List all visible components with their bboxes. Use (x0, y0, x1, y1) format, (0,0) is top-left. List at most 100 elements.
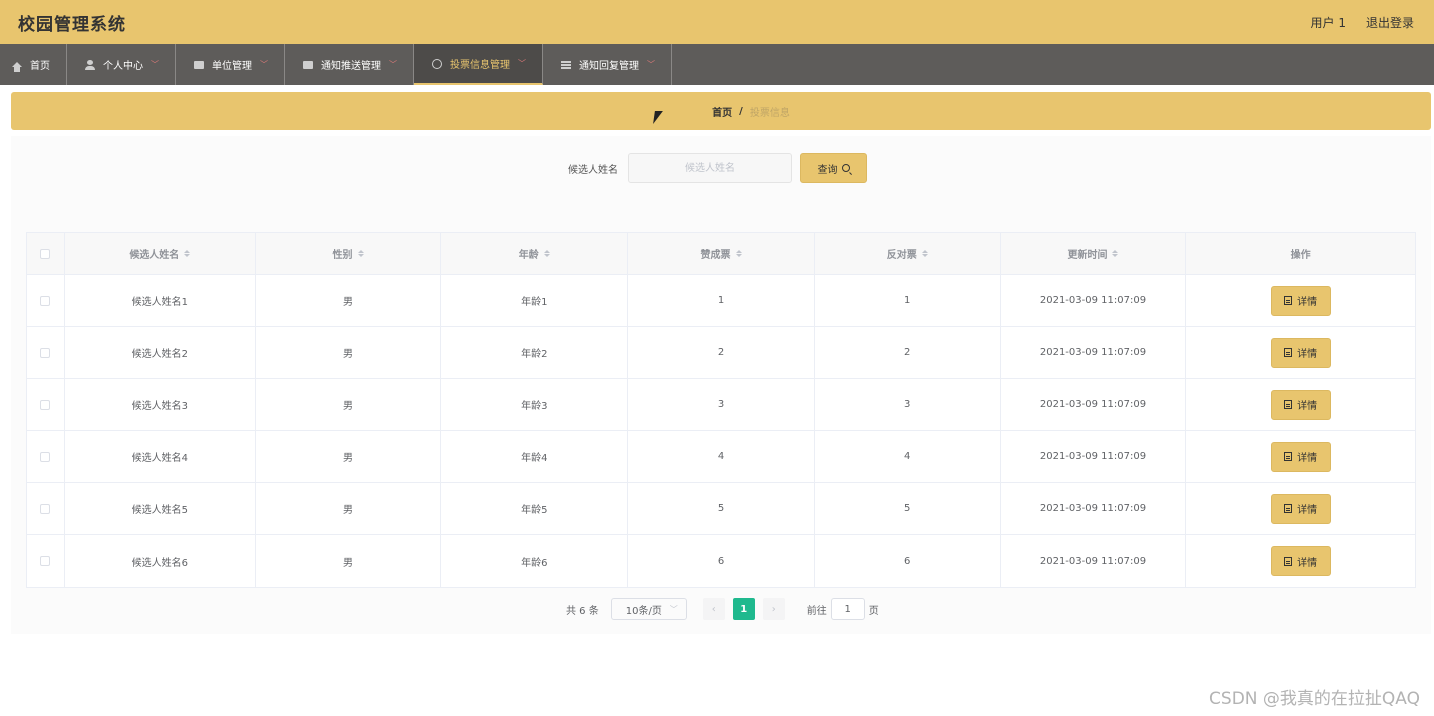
cell-updated: 2021-03-09 11:07:09 (1001, 483, 1187, 534)
column-header: 操作 (1290, 250, 1311, 261)
detail-button[interactable]: 详情 (1270, 337, 1331, 368)
document-icon (1284, 504, 1293, 513)
nav-item-notice-reply[interactable]: 通知回复管理 ﹀ (543, 44, 672, 85)
pagination-total: 共 6 条 (566, 605, 599, 617)
cell-name: 候选人姓名4 (65, 431, 256, 482)
cell-gender: 男 (256, 327, 442, 378)
list-icon (561, 60, 571, 69)
search-button-label: 查询 (817, 164, 838, 176)
column-header[interactable]: 候选人姓名 (65, 233, 256, 274)
page-jumper: 前往 页 (807, 598, 879, 620)
box-icon (194, 60, 204, 69)
prev-page-button[interactable]: ‹ (702, 598, 725, 620)
goto-page-input[interactable] (830, 598, 865, 620)
row-checkbox[interactable] (40, 347, 51, 358)
chevron-down-icon: ﹀ (647, 60, 655, 69)
cell-age: 年龄4 (441, 431, 629, 482)
document-icon (1284, 400, 1293, 409)
main-nav: 首页 个人中心 ﹀ 单位管理 ﹀ 通知推送管理 ﹀ 投票信息管理 ﹀ 通知回复管… (0, 44, 1434, 85)
row-select (27, 483, 65, 534)
table-row: 候选人姓名4 男 年龄4 4 4 2021-03-09 11:07:09 详情 (27, 431, 1415, 483)
chevron-down-icon: ﹀ (389, 60, 397, 69)
nav-item-vote-info[interactable]: 投票信息管理 ﹀ (414, 44, 543, 85)
column-header[interactable]: 赞成票 (628, 233, 815, 274)
row-checkbox[interactable] (40, 399, 51, 410)
nav-item-label: 首页 (30, 61, 50, 72)
detail-button[interactable]: 详情 (1270, 546, 1331, 576)
nav-item-label: 个人中心 (103, 61, 143, 72)
page-number-current[interactable]: 1 (732, 598, 755, 620)
sort-icon (543, 250, 550, 257)
table-row: 候选人姓名6 男 年龄6 6 6 2021-03-09 11:07:09 详情 (27, 535, 1415, 587)
cell-age: 年龄2 (441, 327, 629, 378)
column-header[interactable]: 更新时间 (1001, 233, 1187, 274)
cell-name: 候选人姓名2 (65, 327, 256, 378)
cell-actions: 详情 (1186, 275, 1415, 326)
breadcrumb-current: 投票信息 (749, 107, 790, 119)
cell-updated: 2021-03-09 11:07:09 (1001, 275, 1187, 326)
detail-button-label: 详情 (1297, 401, 1318, 412)
page-size-select[interactable]: 10条/页 ﹀ (610, 598, 687, 620)
cell-oppose: 1 (815, 275, 1001, 326)
sort-icon (921, 250, 928, 257)
select-all-checkbox[interactable] (40, 248, 51, 259)
row-checkbox[interactable] (40, 556, 51, 566)
app-title: 校园管理系统 (18, 14, 126, 35)
candidate-name-input[interactable] (628, 153, 792, 183)
cell-age: 年龄5 (441, 483, 629, 534)
table-row: 候选人姓名2 男 年龄2 2 2 2021-03-09 11:07:09 详情 (27, 327, 1415, 379)
watermark: CSDN @我真的在拉扯QAQ (1209, 689, 1420, 709)
detail-button[interactable]: 详情 (1270, 493, 1331, 524)
row-select (27, 275, 65, 326)
cell-oppose: 2 (815, 327, 1001, 378)
row-checkbox[interactable] (40, 451, 51, 462)
cell-oppose: 3 (815, 379, 1001, 430)
column-header-label: 性别 (332, 250, 353, 261)
page-unit-label: 页 (868, 605, 879, 617)
detail-button-label: 详情 (1297, 557, 1318, 569)
cell-name: 候选人姓名1 (65, 275, 256, 326)
row-select (27, 379, 65, 430)
breadcrumb-home[interactable]: 首页 (712, 104, 732, 119)
document-icon (1284, 556, 1293, 566)
sort-icon (184, 250, 191, 257)
pagination: 共 6 条 10条/页 ﹀ ‹ 1 › 前往 页 (566, 598, 879, 620)
cell-actions: 详情 (1186, 535, 1415, 587)
cell-age: 年龄6 (441, 535, 629, 587)
row-select (27, 535, 65, 587)
cell-updated: 2021-03-09 11:07:09 (1001, 379, 1187, 430)
cell-gender: 男 (256, 535, 442, 587)
sort-icon (1112, 250, 1119, 257)
column-header[interactable]: 性别 (256, 233, 442, 274)
cell-gender: 男 (256, 483, 442, 534)
detail-button[interactable]: 详情 (1270, 285, 1331, 316)
cell-approve: 4 (628, 431, 815, 482)
cell-approve: 2 (628, 327, 815, 378)
chevron-down-icon: ﹀ (260, 60, 268, 69)
detail-button-label: 详情 (1297, 453, 1318, 464)
logout-link[interactable]: 退出登录 (1366, 14, 1414, 31)
nav-item-notice-push[interactable]: 通知推送管理 ﹀ (285, 44, 414, 85)
nav-item-home[interactable]: 首页 (0, 44, 67, 85)
detail-button[interactable]: 详情 (1270, 441, 1331, 472)
detail-button[interactable]: 详情 (1270, 389, 1331, 420)
user-name[interactable]: 用户 1 (1311, 14, 1346, 31)
cell-oppose: 6 (815, 535, 1001, 587)
monitor-icon (303, 60, 313, 69)
cell-name: 候选人姓名5 (65, 483, 256, 534)
search-button[interactable]: 查询 (800, 153, 867, 183)
next-page-button[interactable]: › (762, 598, 785, 620)
row-checkbox[interactable] (40, 503, 51, 514)
column-header[interactable]: 反对票 (815, 233, 1001, 274)
search-label: 候选人姓名 (568, 164, 618, 176)
nav-item-personal-center[interactable]: 个人中心 ﹀ (67, 44, 176, 85)
row-checkbox[interactable] (40, 295, 51, 306)
cell-approve: 1 (628, 275, 815, 326)
nav-item-unit-management[interactable]: 单位管理 ﹀ (176, 44, 285, 85)
nav-item-label: 通知推送管理 (321, 61, 381, 72)
column-header[interactable]: 年龄 (441, 233, 629, 274)
cell-actions: 详情 (1186, 379, 1415, 430)
cell-approve: 3 (628, 379, 815, 430)
top-header: 校园管理系统 用户 1 退出登录 (0, 0, 1434, 44)
goto-label: 前往 (806, 605, 827, 617)
